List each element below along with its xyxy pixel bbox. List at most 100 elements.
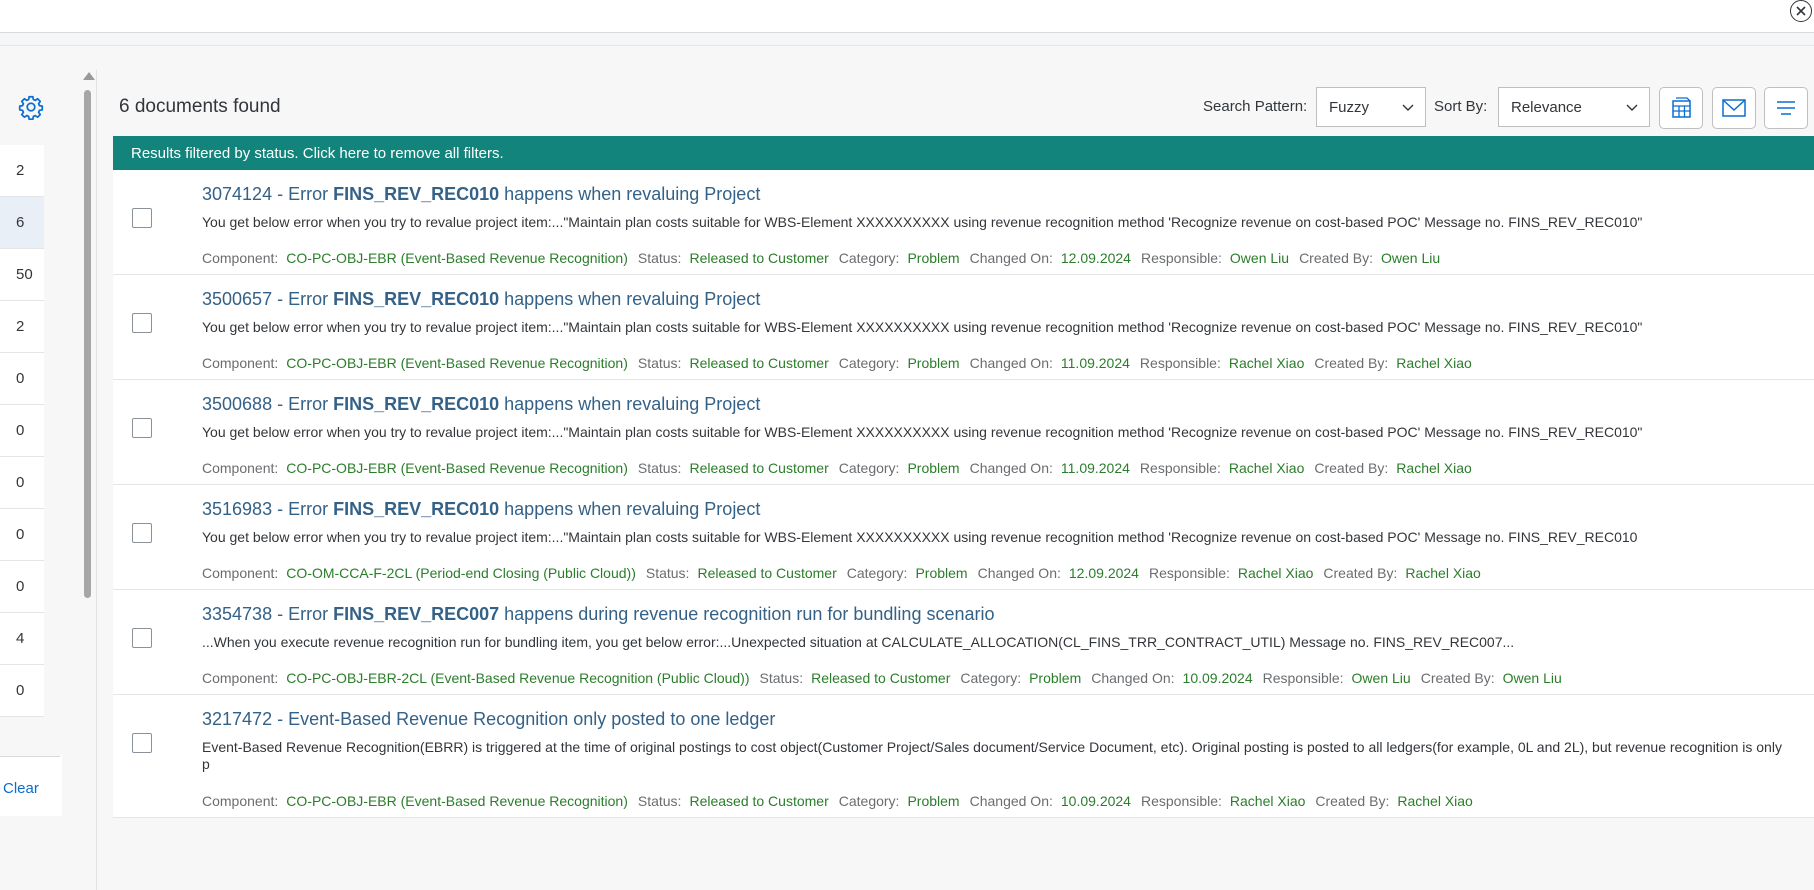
meta-label-status: Status: [645, 565, 690, 581]
meta-value-created-by[interactable]: Rachel Xiao [1405, 565, 1481, 581]
meta-value-status: Released to Customer [689, 355, 829, 371]
sort-by-value: Relevance [1511, 98, 1582, 116]
facet-count-item[interactable]: 0 [0, 353, 44, 405]
result-checkbox[interactable] [132, 628, 152, 648]
result-title-link[interactable]: 3516983 - Error FINS_REV_REC010 happens … [202, 499, 760, 520]
meta-value-created-by[interactable]: Owen Liu [1503, 670, 1562, 686]
meta-label-created-by: Created By: [1323, 565, 1398, 581]
meta-label-created-by: Created By: [1420, 670, 1495, 686]
view-settings-button[interactable] [1764, 87, 1808, 129]
facet-count-item[interactable]: 2 [0, 301, 44, 353]
meta-label-responsible: Responsible: [1148, 565, 1230, 581]
meta-value-changed-on: 11.09.2024 [1060, 460, 1130, 476]
result-checkbox[interactable] [132, 523, 152, 543]
meta-label-component: Component: [202, 355, 279, 371]
result-title-link[interactable]: 3354738 - Error FINS_REV_REC007 happens … [202, 604, 995, 625]
meta-value-component[interactable]: CO-PC-OBJ-EBR-2CL (Event-Based Revenue R… [286, 670, 749, 686]
filter-info-bar[interactable]: Results filtered by status. Click here t… [113, 136, 1814, 170]
result-title-link[interactable]: 3217472 - Event-Based Revenue Recognitio… [202, 709, 775, 730]
meta-label-category: Category: [960, 670, 1022, 686]
result-title-keyword: FINS_REV_REC010 [333, 289, 500, 309]
meta-value-created-by[interactable]: Rachel Xiao [1396, 355, 1472, 371]
facet-count-item[interactable]: 0 [0, 457, 44, 509]
result-title-prefix: 3500657 - Error [202, 289, 334, 309]
envelope-icon [1722, 99, 1746, 117]
scrollbar-thumb[interactable] [84, 90, 91, 598]
result-title-keyword: FINS_REV_REC010 [333, 184, 500, 204]
clear-filters-link[interactable]: Clear [3, 780, 39, 797]
meta-value-status: Released to Customer [689, 250, 829, 266]
meta-value-responsible[interactable]: Rachel Xiao [1230, 793, 1306, 809]
facet-count-item[interactable]: 50 [0, 249, 44, 301]
result-title-link[interactable]: 3500657 - Error FINS_REV_REC010 happens … [202, 289, 760, 310]
result-checkbox[interactable] [132, 733, 152, 753]
result-checkbox[interactable] [132, 208, 152, 228]
meta-label-created-by: Created By: [1315, 793, 1390, 809]
meta-value-status: Released to Customer [689, 460, 829, 476]
scroll-up-arrow-icon[interactable] [83, 72, 95, 80]
email-button[interactable] [1712, 87, 1756, 129]
meta-value-component[interactable]: CO-PC-OBJ-EBR (Event-Based Revenue Recog… [286, 355, 628, 371]
meta-value-category: Problem [1029, 670, 1082, 686]
meta-value-category: Problem [907, 355, 960, 371]
result-description: ...When you execute revenue recognition … [202, 634, 1515, 650]
result-row: 3074124 - Error FINS_REV_REC010 happens … [113, 170, 1814, 275]
facet-count-item[interactable]: 0 [0, 665, 44, 717]
facet-count-item[interactable]: 0 [0, 509, 44, 561]
result-title-prefix: 3217472 - Event-Based Revenue Recognitio… [202, 709, 776, 729]
meta-value-changed-on: 11.09.2024 [1060, 355, 1130, 371]
result-checkbox[interactable] [132, 313, 152, 333]
search-pattern-select[interactable]: Fuzzy [1316, 87, 1426, 127]
result-checkbox[interactable] [132, 418, 152, 438]
result-title-link[interactable]: 3500688 - Error FINS_REV_REC010 happens … [202, 394, 760, 415]
meta-value-responsible[interactable]: Owen Liu [1230, 250, 1289, 266]
sort-by-select[interactable]: Relevance [1498, 87, 1650, 127]
meta-value-component[interactable]: CO-PC-OBJ-EBR (Event-Based Revenue Recog… [286, 460, 628, 476]
meta-value-responsible[interactable]: Owen Liu [1352, 670, 1411, 686]
meta-label-responsible: Responsible: [1140, 250, 1222, 266]
chevron-down-icon [1626, 104, 1638, 111]
meta-value-created-by[interactable]: Rachel Xiao [1396, 460, 1472, 476]
result-title-link[interactable]: 3074124 - Error FINS_REV_REC010 happens … [202, 184, 760, 205]
gear-icon[interactable] [18, 94, 44, 120]
meta-value-component[interactable]: CO-PC-OBJ-EBR (Event-Based Revenue Recog… [286, 250, 628, 266]
meta-value-responsible[interactable]: Rachel Xiao [1238, 565, 1314, 581]
meta-label-changed-on: Changed On: [969, 355, 1053, 371]
meta-label-created-by: Created By: [1314, 460, 1389, 476]
meta-label-responsible: Responsible: [1262, 670, 1344, 686]
result-description: You get below error when you try to reva… [202, 529, 1638, 545]
result-title-suffix: happens during revenue recognition run f… [499, 604, 995, 624]
facet-count-item[interactable]: 4 [0, 613, 44, 665]
result-row: 3516983 - Error FINS_REV_REC010 happens … [113, 485, 1814, 590]
meta-value-responsible[interactable]: Rachel Xiao [1229, 460, 1305, 476]
meta-value-status: Released to Customer [811, 670, 951, 686]
meta-value-created-by[interactable]: Owen Liu [1381, 250, 1440, 266]
result-title-prefix: 3074124 - Error [202, 184, 334, 204]
meta-label-component: Component: [202, 565, 279, 581]
dialog-header [0, 0, 1814, 33]
results-area: 6 documents found Search Pattern: Fuzzy … [97, 76, 1814, 890]
facet-count-item[interactable]: 6 [0, 197, 44, 249]
facet-count-item[interactable]: 0 [0, 405, 44, 457]
export-spreadsheet-button[interactable] [1659, 87, 1703, 129]
result-title-prefix: 3516983 - Error [202, 499, 334, 519]
facet-count-item[interactable]: 2 [0, 145, 44, 197]
close-icon[interactable] [1790, 0, 1812, 22]
meta-value-responsible[interactable]: Rachel Xiao [1229, 355, 1305, 371]
meta-label-component: Component: [202, 460, 279, 476]
meta-value-created-by[interactable]: Rachel Xiao [1397, 793, 1473, 809]
clear-area: Clear [0, 756, 62, 816]
meta-value-category: Problem [907, 460, 960, 476]
meta-label-responsible: Responsible: [1140, 793, 1222, 809]
meta-label-responsible: Responsible: [1139, 355, 1221, 371]
meta-label-component: Component: [202, 793, 279, 809]
facet-count-list: 2 6 50 2 0 0 0 0 0 4 0 [0, 145, 44, 717]
meta-label-category: Category: [838, 355, 900, 371]
meta-value-component[interactable]: CO-OM-CCA-F-2CL (Period-end Closing (Pub… [286, 565, 636, 581]
vertical-scrollbar[interactable] [80, 70, 97, 890]
result-title-keyword: FINS_REV_REC007 [333, 604, 500, 624]
meta-value-component[interactable]: CO-PC-OBJ-EBR (Event-Based Revenue Recog… [286, 793, 628, 809]
result-row: 3500657 - Error FINS_REV_REC010 happens … [113, 275, 1814, 380]
facet-count-item[interactable]: 0 [0, 561, 44, 613]
result-title-prefix: 3500688 - Error [202, 394, 334, 414]
